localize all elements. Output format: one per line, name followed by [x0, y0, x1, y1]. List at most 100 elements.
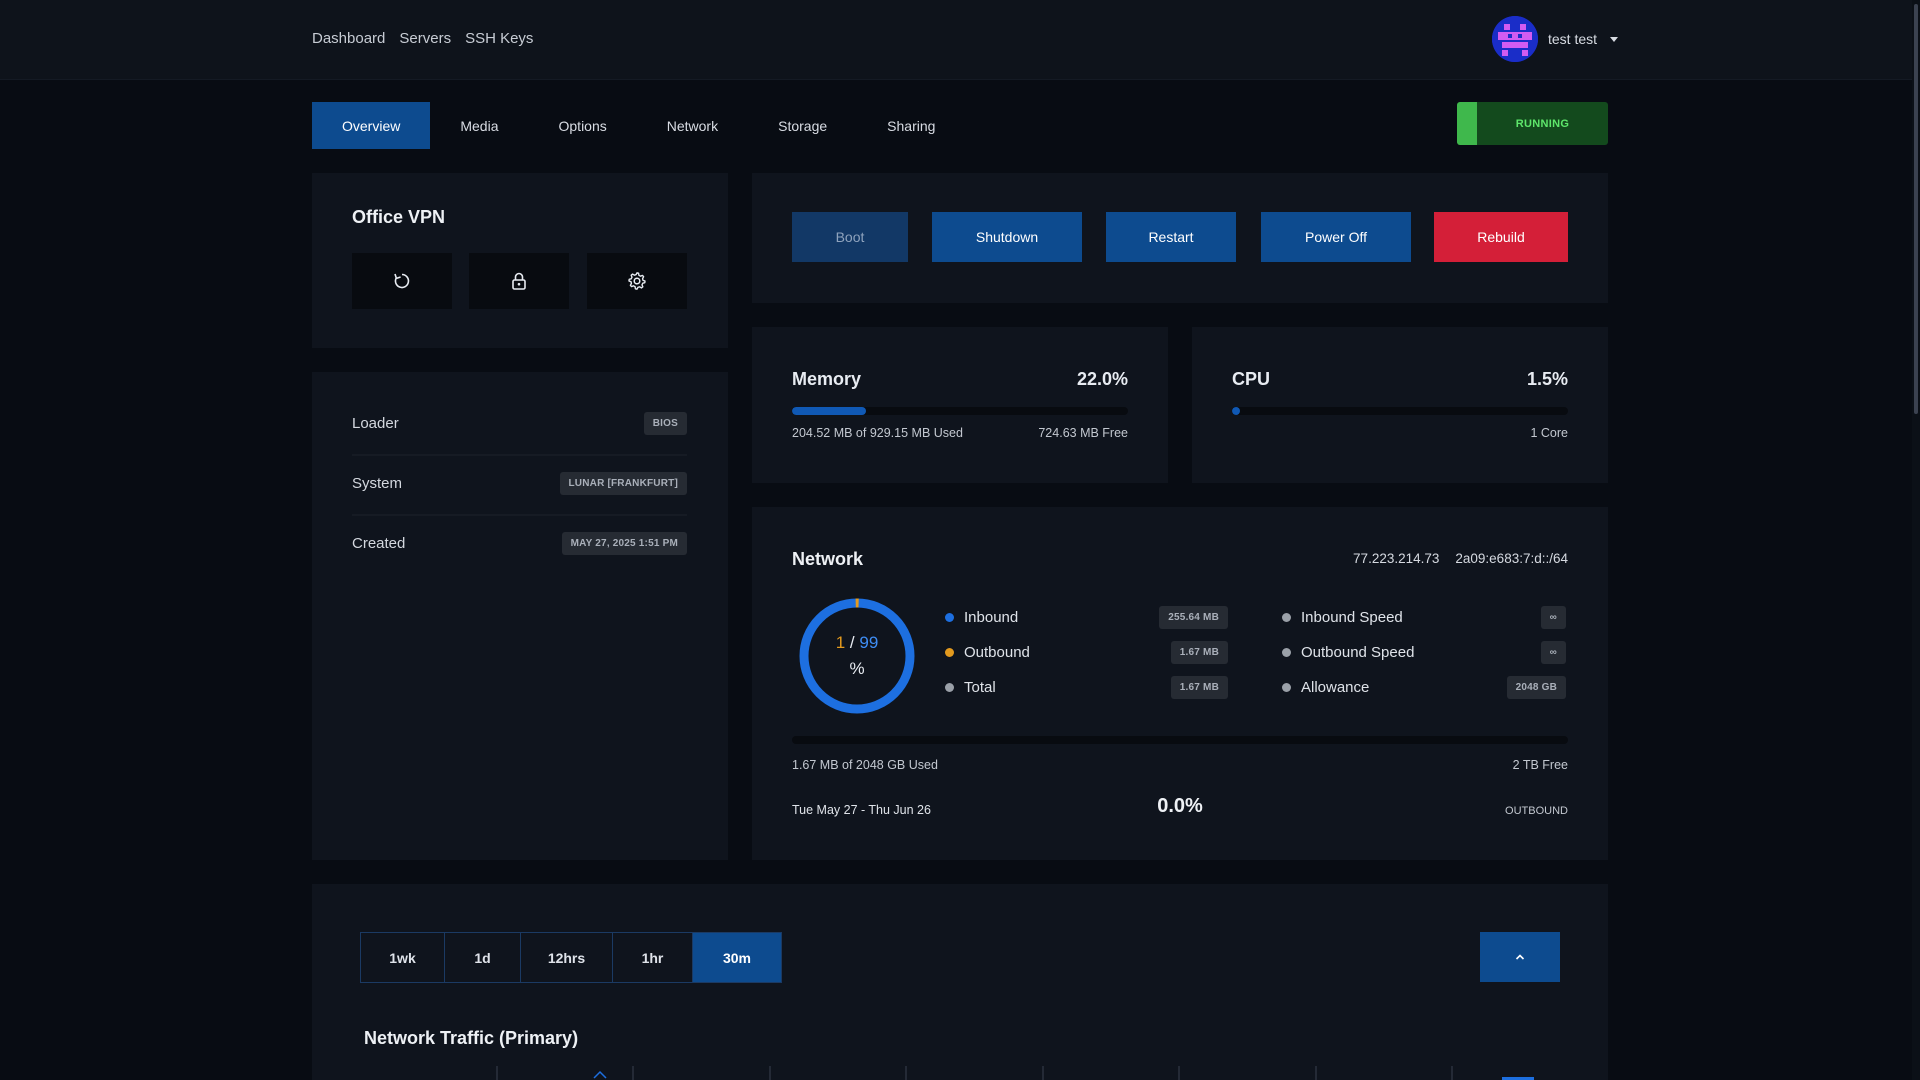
memory-progress-bar	[792, 407, 1128, 415]
memory-used: 204.52 MB of 929.15 MB Used	[792, 426, 963, 440]
ipv4-address[interactable]: 77.223.214.73	[1353, 551, 1439, 566]
time-range-selector: 1wk 1d 12hrs 1hr 30m	[360, 932, 782, 983]
memory-header: Memory 22.0%	[792, 369, 1128, 390]
top-navbar: Dashboard Servers SSH Keys test test	[0, 0, 1920, 80]
billing-period: Tue May 27 - Thu Jun 26	[792, 803, 931, 817]
legend-label: Outbound Speed	[1301, 644, 1415, 661]
memory-details: 204.52 MB of 929.15 MB Used 724.63 MB Fr…	[792, 426, 1128, 440]
graph-card: 1wk 1d 12hrs 1hr 30m Network Traffic (Pr…	[312, 884, 1608, 1080]
ipv6-address[interactable]: 2a09:e683:7:d::/64	[1455, 551, 1568, 566]
power-off-button[interactable]: Power Off	[1261, 212, 1411, 262]
user-menu[interactable]: test test	[1492, 16, 1619, 62]
detail-value-badge: BIOS	[643, 412, 687, 435]
legend-allowance: Allowance 2048 GB	[1282, 676, 1566, 699]
scrollbar-thumb[interactable]	[1914, 4, 1918, 414]
legend-label: Allowance	[1301, 679, 1370, 696]
detail-value-badge: MAY 27, 2025 1:51 PM	[561, 532, 687, 555]
range-1d-button[interactable]: 1d	[445, 933, 521, 982]
donut-outbound-value: 1	[835, 633, 846, 652]
tab-media[interactable]: Media	[430, 102, 528, 149]
chevron-up-icon	[1515, 954, 1525, 960]
range-1wk-button[interactable]: 1wk	[361, 933, 445, 982]
main-nav: Dashboard Servers SSH Keys	[312, 30, 533, 47]
restart-button[interactable]: Restart	[1106, 212, 1236, 262]
legend-inbound-speed: Inbound Speed ∞	[1282, 606, 1566, 629]
donut-separator: /	[849, 633, 855, 652]
nav-ssh-keys-link[interactable]: SSH Keys	[465, 30, 533, 47]
cpu-progress-fill	[1232, 407, 1240, 415]
server-card: Office VPN	[312, 173, 728, 348]
tab-options[interactable]: Options	[529, 102, 637, 149]
memory-free: 724.63 MB Free	[1038, 426, 1128, 440]
lock-button[interactable]	[469, 253, 569, 309]
nav-servers-link[interactable]: Servers	[399, 30, 451, 47]
outbound-speed-dot-icon	[1282, 648, 1291, 657]
traffic-direction-label: OUTBOUND	[1505, 805, 1568, 817]
boot-button[interactable]: Boot	[792, 212, 908, 262]
graph-title: Network Traffic (Primary)	[364, 1028, 579, 1048]
donut-inbound-arc	[799, 598, 915, 714]
status-badge: RUNNING	[1457, 102, 1608, 145]
server-name: Office VPN	[352, 207, 446, 227]
memory-title: Memory	[792, 369, 862, 389]
detail-row-created: Created MAY 27, 2025 1:51 PM	[352, 532, 687, 555]
inbound-dot-icon	[945, 613, 954, 622]
cpu-cores: 1 Core	[1530, 426, 1568, 440]
outbound-dot-icon	[945, 648, 954, 657]
memory-progress-fill	[792, 407, 866, 415]
donut-center-label: 1 / 99	[796, 633, 918, 653]
server-tabs: Overview Media Options Network Storage S…	[312, 102, 965, 149]
detail-value-badge: LUNAR [FRANKFURT]	[559, 472, 687, 495]
avatar	[1492, 16, 1538, 62]
refresh-icon	[394, 273, 410, 289]
cpu-percent: 1.5%	[1526, 369, 1568, 389]
legend-outbound-speed: Outbound Speed ∞	[1282, 641, 1566, 664]
ip-addresses: 77.223.214.73 2a09:e683:7:d::/64	[1353, 551, 1568, 566]
legend-total: Total 1.67 MB	[945, 676, 1228, 699]
user-name: test test	[1548, 31, 1598, 47]
collapse-button[interactable]	[1480, 932, 1560, 982]
graph-gridlines	[496, 1066, 1534, 1080]
inbound-value-badge: 255.64 MB	[1159, 606, 1228, 629]
reinstall-button[interactable]	[352, 253, 452, 309]
detail-row-system: System LUNAR [FRANKFURT]	[352, 472, 687, 495]
tab-overview[interactable]: Overview	[312, 102, 431, 149]
network-card: Network 77.223.214.73 2a09:e683:7:d::/64…	[752, 507, 1608, 860]
chevron-down-icon	[1610, 36, 1619, 42]
range-30m-button[interactable]: 30m	[693, 933, 781, 982]
total-value-badge: 1.67 MB	[1170, 676, 1228, 699]
cpu-card: CPU 1.5% 1 Core	[1192, 327, 1608, 483]
inbound-speed-dot-icon	[1282, 613, 1291, 622]
status-label: RUNNING	[1515, 117, 1570, 130]
detail-label: Loader	[352, 415, 399, 432]
tab-sharing[interactable]: Sharing	[857, 102, 965, 149]
shutdown-button[interactable]: Shutdown	[932, 212, 1082, 262]
tab-storage[interactable]: Storage	[748, 102, 857, 149]
tab-network[interactable]: Network	[637, 102, 748, 149]
cpu-title: CPU	[1232, 369, 1271, 389]
nav-dashboard-link[interactable]: Dashboard	[312, 30, 385, 47]
rebuild-button[interactable]: Rebuild	[1434, 212, 1568, 262]
period-usage-percent: 0.0%	[1157, 795, 1203, 817]
memory-card: Memory 22.0% 204.52 MB of 929.15 MB Used…	[752, 327, 1168, 483]
detail-row-loader: Loader BIOS	[352, 412, 687, 435]
settings-button[interactable]	[587, 253, 687, 309]
divider	[352, 514, 687, 516]
legend-label: Outbound	[964, 644, 1030, 661]
legend-label: Total	[964, 679, 996, 696]
details-card: Loader BIOS System LUNAR [FRANKFURT] Cre…	[312, 372, 728, 860]
network-title: Network	[792, 549, 864, 569]
range-12hrs-button[interactable]: 12hrs	[521, 933, 613, 982]
detail-label: System	[352, 475, 403, 492]
outbound-speed-badge: ∞	[1540, 641, 1566, 664]
gear-icon	[628, 272, 646, 290]
cpu-progress-bar	[1232, 407, 1568, 415]
legend-inbound: Inbound 255.64 MB	[945, 606, 1228, 629]
inbound-speed-badge: ∞	[1540, 606, 1566, 629]
bandwidth-progress-bar	[792, 736, 1568, 744]
lock-icon	[512, 272, 526, 290]
avatar-identicon-icon	[1492, 16, 1538, 62]
allowance-dot-icon	[1282, 683, 1291, 692]
range-1hr-button[interactable]: 1hr	[613, 933, 693, 982]
legend-outbound: Outbound 1.67 MB	[945, 641, 1228, 664]
